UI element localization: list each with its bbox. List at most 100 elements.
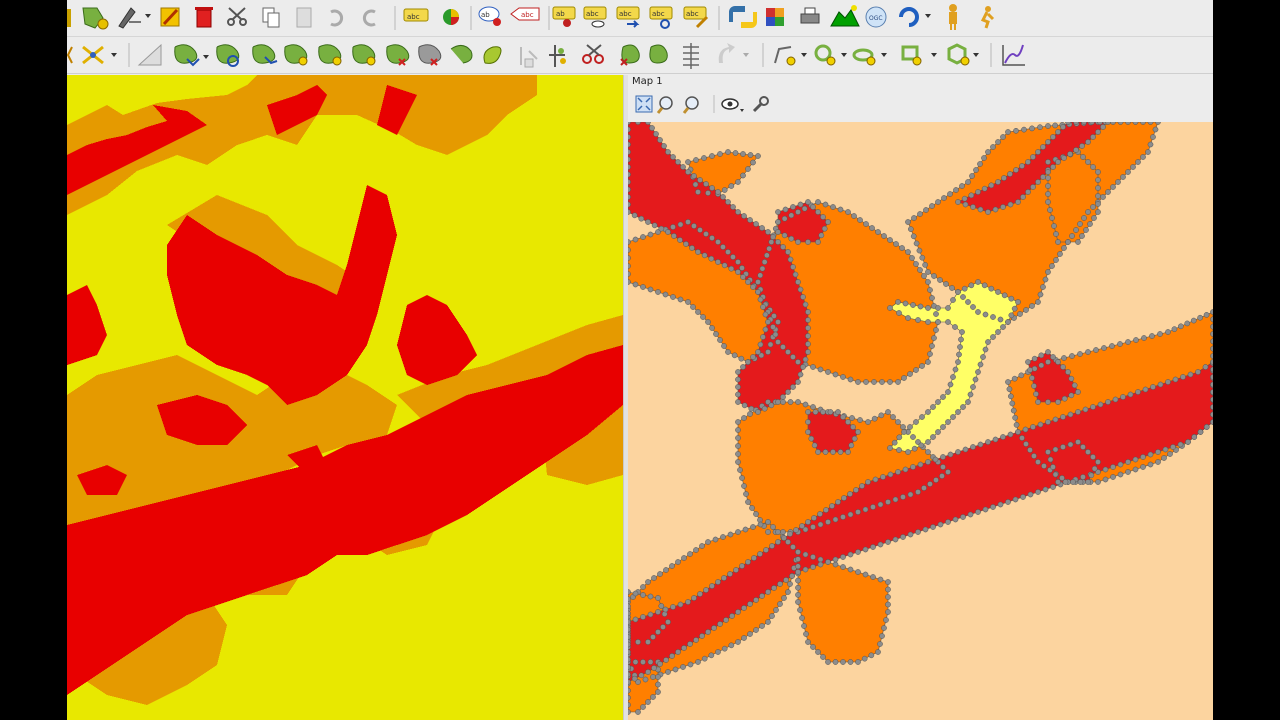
vertex-marker — [929, 203, 935, 209]
print-icon[interactable] — [800, 7, 820, 24]
split-parts-icon[interactable] — [520, 47, 538, 68]
vertex-marker — [969, 173, 975, 179]
add-rectangle-icon[interactable] — [718, 43, 749, 63]
add-ellipse-icon[interactable] — [683, 43, 699, 69]
add-part-icon[interactable] — [318, 44, 342, 66]
vertex-marker — [1007, 171, 1013, 177]
vertex-marker — [708, 652, 715, 659]
digitize-icon[interactable] — [118, 7, 151, 29]
label-abc-icon[interactable]: abc — [403, 8, 429, 22]
vertex-marker — [1049, 263, 1055, 269]
pencil-edit-icon[interactable] — [160, 7, 180, 27]
vertex-marker — [651, 575, 657, 581]
reshape-feature-icon[interactable] — [418, 44, 442, 66]
vertex-marker — [945, 419, 951, 425]
vertex-marker — [802, 401, 809, 408]
regular-polygon-icon[interactable] — [947, 43, 979, 66]
vertex-marker — [743, 491, 749, 497]
label-show-hide-icon[interactable]: abc — [583, 6, 607, 28]
rotate-feature-icon[interactable] — [216, 44, 240, 67]
zoom-full-icon[interactable] — [635, 95, 653, 113]
diagram-icon[interactable] — [443, 9, 459, 25]
simplify-icon[interactable] — [252, 44, 278, 65]
vertex-marker — [670, 294, 676, 300]
vertex-marker — [945, 389, 951, 395]
vertex-marker — [811, 515, 817, 521]
paste-icon[interactable] — [296, 7, 312, 28]
offset-curve-icon[interactable] — [450, 45, 473, 64]
vertex-marker — [1012, 414, 1018, 421]
vertex-marker — [1080, 154, 1086, 160]
label-rotate-icon[interactable]: abc — [616, 6, 640, 28]
toggle-editing-icon[interactable] — [67, 9, 71, 27]
label-pin-icon[interactable]: ab — [478, 6, 501, 26]
terrain-icon[interactable] — [830, 5, 860, 27]
vertex-marker — [762, 326, 769, 333]
python-icon[interactable] — [729, 6, 757, 28]
collapse-arrow-icon[interactable] — [67, 46, 73, 64]
merge-icon[interactable] — [549, 45, 566, 67]
vertex-marker — [766, 245, 772, 252]
vertex-marker — [801, 623, 807, 629]
vertex-marker — [785, 349, 791, 355]
secondary-map-canvas[interactable] — [625, 119, 1213, 720]
vertex-marker — [970, 304, 976, 310]
measure-icon[interactable] — [137, 43, 162, 66]
node-tool-icon[interactable] — [82, 45, 117, 65]
circle-tool-icon[interactable] — [814, 44, 847, 66]
merge-attributes-icon[interactable] — [582, 44, 604, 64]
vertex-marker — [975, 369, 981, 375]
delete-icon[interactable] — [195, 7, 213, 28]
undo-icon[interactable] — [330, 9, 344, 27]
main-map-canvas[interactable] — [67, 75, 623, 720]
delete-part-icon[interactable] — [386, 44, 410, 66]
label-move-icon[interactable]: ab — [552, 6, 576, 27]
vertex-marker — [790, 384, 796, 390]
vertex-marker — [795, 279, 801, 285]
vertex-marker — [1045, 199, 1051, 205]
vertex-marker — [795, 399, 801, 405]
user-icon[interactable] — [949, 4, 957, 30]
reshape-icon[interactable] — [174, 44, 209, 67]
vertex-marker — [697, 227, 703, 233]
vertex-marker — [655, 689, 661, 695]
zoom-selection-icon[interactable] — [682, 96, 699, 114]
vertex-marker — [1073, 227, 1079, 233]
cut-icon[interactable] — [227, 7, 247, 26]
label-reset-icon[interactable]: abc — [649, 6, 673, 29]
vertex-marker — [832, 659, 839, 665]
vertex-marker — [960, 404, 966, 410]
add-circle-icon[interactable] — [649, 44, 668, 64]
vertex-marker — [1083, 227, 1089, 233]
delete-ring-icon[interactable] — [352, 44, 376, 66]
vertex-marker — [887, 237, 893, 243]
add-ring-icon[interactable] — [284, 44, 308, 66]
plugin-icon[interactable] — [766, 8, 784, 26]
label-change-icon[interactable]: abc — [683, 6, 709, 29]
vertex-marker — [741, 415, 747, 421]
refresh-icon[interactable] — [899, 7, 931, 27]
vertex-marker — [662, 606, 669, 613]
vertex-marker — [982, 346, 989, 353]
copy-icon[interactable] — [262, 7, 280, 28]
ellipse-tool-icon[interactable] — [852, 48, 887, 66]
add-polygon-icon[interactable] — [774, 46, 807, 66]
label-remove-icon[interactable]: abc — [510, 7, 540, 21]
profile-icon[interactable] — [1002, 44, 1025, 66]
split-feature-icon[interactable] — [483, 46, 502, 64]
run-icon[interactable] — [980, 6, 995, 29]
zoom-layer-icon[interactable] — [656, 96, 673, 114]
vertex-marker — [1005, 499, 1011, 505]
vertex-marker — [795, 563, 801, 570]
rotate-point-icon[interactable] — [620, 44, 640, 66]
edit-toolbox-icon[interactable] — [82, 7, 109, 30]
vertex-marker — [721, 575, 727, 581]
vertex-marker — [815, 209, 821, 215]
rectangle-tool-icon[interactable] — [901, 45, 937, 66]
vertex-marker — [780, 244, 786, 250]
vertex-marker — [848, 442, 855, 449]
view-theme-icon[interactable] — [721, 98, 744, 112]
redo-icon[interactable] — [362, 9, 376, 27]
settings-wrench-icon[interactable] — [752, 96, 769, 113]
ogc-icon[interactable]: OGC — [865, 6, 887, 28]
